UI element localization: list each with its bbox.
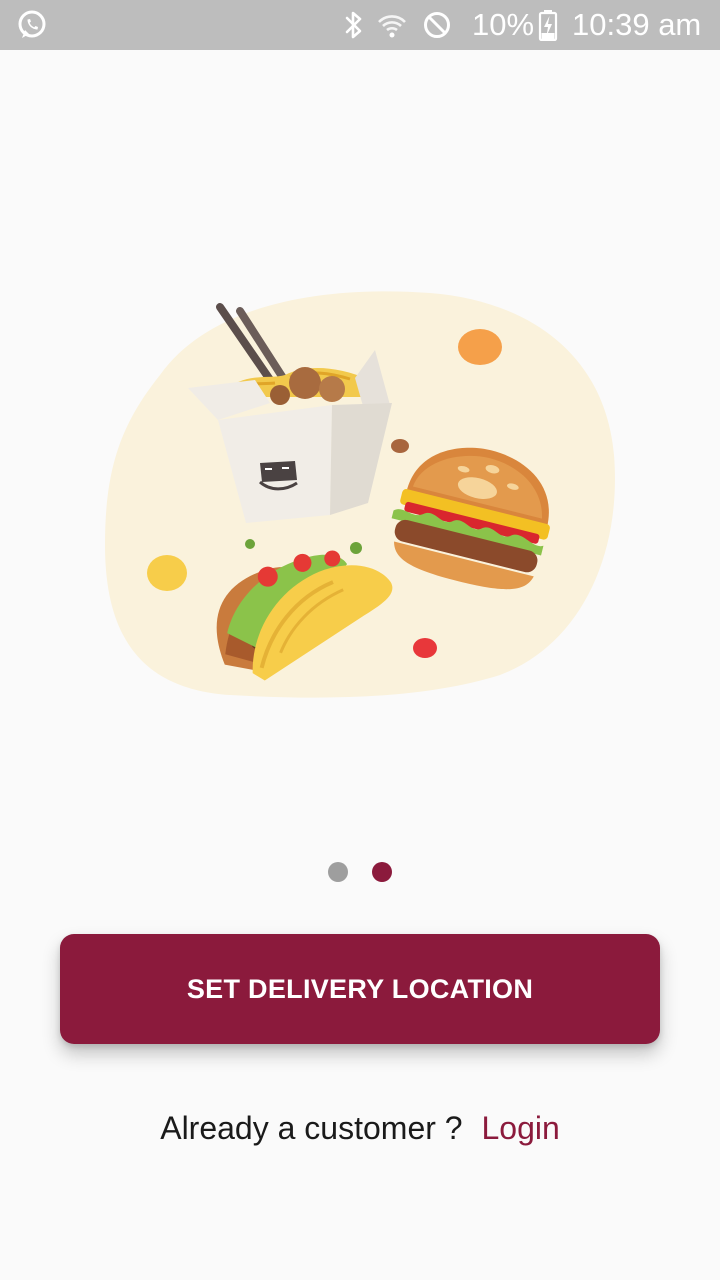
battery-charging-icon bbox=[536, 0, 560, 50]
battery-percent: 10% bbox=[472, 7, 535, 42]
page-dot-active[interactable] bbox=[372, 862, 392, 882]
food-illustration bbox=[100, 285, 620, 705]
whatsapp-icon bbox=[14, 0, 50, 50]
page-indicator bbox=[0, 862, 720, 882]
login-row: Already a customer ? Login bbox=[0, 1110, 720, 1156]
clock: 10:39 am bbox=[572, 7, 702, 42]
set-delivery-location-label: SET DELIVERY LOCATION bbox=[186, 973, 534, 1004]
status-bar: 10% 10:39 am bbox=[0, 0, 720, 50]
login-link[interactable]: Login bbox=[481, 1110, 559, 1146]
bluetooth-icon bbox=[340, 0, 368, 50]
login-prompt: Already a customer ? bbox=[160, 1110, 463, 1146]
page-dot-inactive[interactable] bbox=[328, 862, 348, 882]
wifi-icon bbox=[376, 0, 408, 50]
set-delivery-location-button[interactable]: SET DELIVERY LOCATION bbox=[60, 934, 660, 1044]
do-not-disturb-icon bbox=[420, 0, 454, 50]
